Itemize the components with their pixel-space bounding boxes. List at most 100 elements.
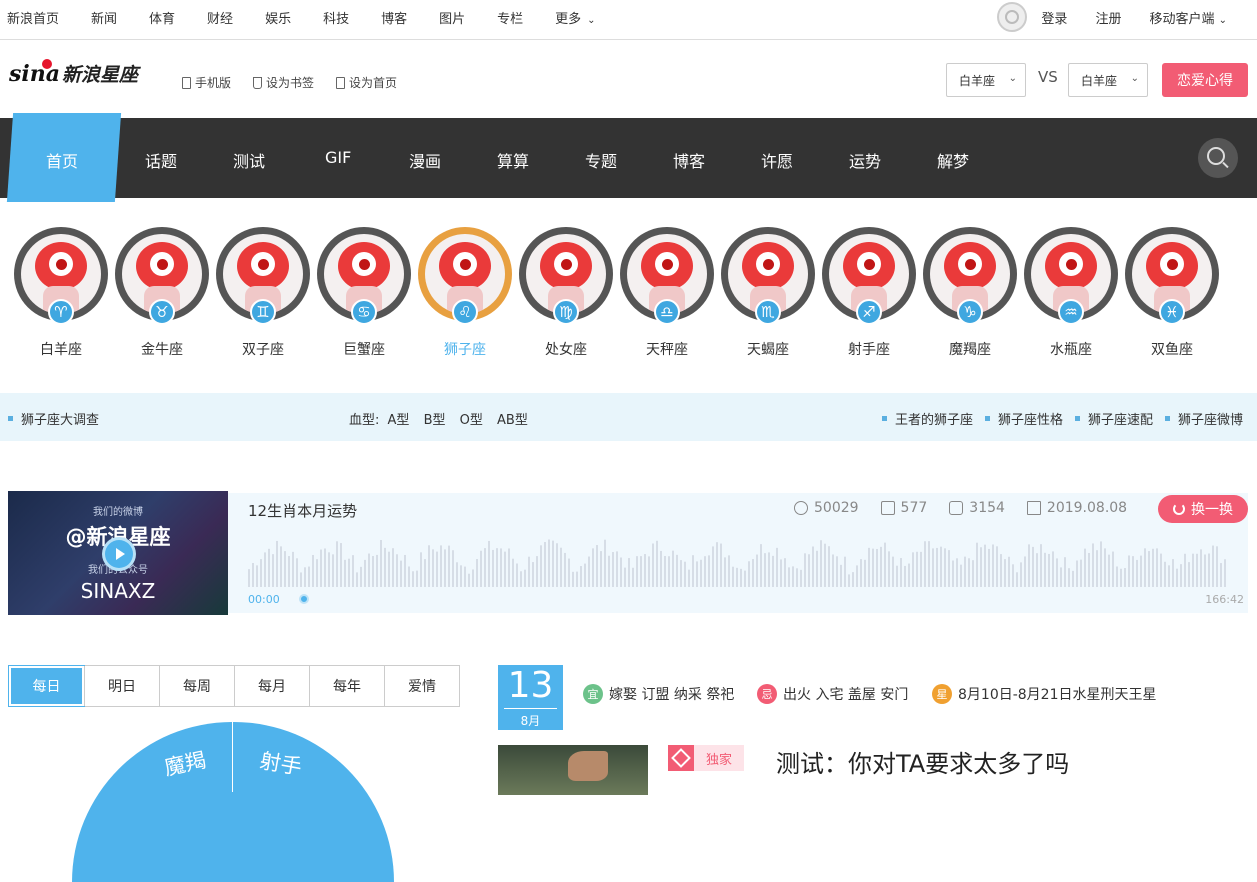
nav-item-dream[interactable]: 解梦 (937, 148, 969, 172)
zodiac-avatar: ♋ (317, 227, 411, 325)
top-nav-item[interactable]: 财经 (207, 8, 233, 27)
top-nav-item[interactable]: 科技 (323, 8, 349, 27)
zodiac-item[interactable]: ♎ 天秤座 (620, 227, 714, 359)
zodiac-eye (1160, 252, 1184, 276)
waveform-bar (996, 546, 998, 587)
sign-link[interactable]: 狮子座性格 (984, 409, 1063, 428)
top-nav-item[interactable]: 新浪首页 (7, 8, 59, 27)
progress-handle[interactable] (299, 594, 309, 604)
sign-link[interactable]: 狮子座速配 (1074, 409, 1153, 428)
zodiac-item[interactable]: ♏ 天蝎座 (721, 227, 815, 359)
login-link[interactable]: 登录 (1041, 8, 1067, 27)
zodiac-item[interactable]: ♓ 双鱼座 (1125, 227, 1219, 359)
nav-item-topic[interactable]: 话题 (145, 148, 177, 172)
nav-item-fortune[interactable]: 运势 (849, 148, 881, 172)
top-nav-item[interactable]: 体育 (149, 8, 175, 27)
logo[interactable]: sina 新浪星座 (9, 58, 138, 87)
nav-item-special[interactable]: 专题 (585, 148, 617, 172)
waveform-bar (1028, 544, 1030, 587)
wheel-sign[interactable]: 魔羯 (161, 744, 208, 782)
waveform-bar (1080, 559, 1082, 587)
calendar-icon (1026, 501, 1041, 515)
waveform-bar (1004, 559, 1006, 587)
waveform-bar (1140, 555, 1142, 587)
zodiac-item[interactable]: ♊ 双子座 (216, 227, 310, 359)
waveform-bar (860, 559, 862, 587)
top-nav-more[interactable]: 更多 ⌄ (555, 8, 595, 27)
select-value: 白羊座 (1081, 73, 1118, 88)
zodiac-item[interactable]: ♐ 射手座 (822, 227, 916, 359)
waveform-bar (312, 554, 314, 587)
swap-label: 换一换 (1191, 502, 1233, 518)
zodiac-item[interactable]: ♑ 魔羯座 (923, 227, 1017, 359)
zodiac-item[interactable]: ♋ 巨蟹座 (317, 227, 411, 359)
nav-item-home[interactable]: 首页 (46, 148, 78, 172)
sign-link[interactable]: 狮子座微博 (1164, 409, 1243, 428)
top-nav-item[interactable]: 图片 (439, 8, 465, 27)
survey-link[interactable]: 狮子座大调查 (8, 409, 99, 428)
blood-type-a[interactable]: A型 (388, 413, 410, 428)
nav-item-wish[interactable]: 许愿 (761, 148, 793, 172)
tab-love[interactable]: 爱情 (384, 666, 459, 706)
nav-item-comic[interactable]: 漫画 (409, 148, 441, 172)
nav-item-test[interactable]: 测试 (233, 148, 265, 172)
likes-count[interactable]: 3154 (949, 500, 1005, 516)
love-tips-button[interactable]: 恋爱心得 (1162, 63, 1248, 97)
zodiac-avatar: ♓ (1125, 227, 1219, 325)
search-icon[interactable] (1198, 138, 1238, 178)
mobile-version-link[interactable]: 手机版 (182, 74, 231, 91)
zodiac-avatar: ♏ (721, 227, 815, 325)
swap-button[interactable]: 换一换 (1158, 495, 1248, 523)
sign-link[interactable]: 王者的狮子座 (881, 409, 973, 428)
top-nav-item[interactable]: 娱乐 (265, 8, 291, 27)
tab-weekly[interactable]: 每周 (159, 666, 234, 706)
waveform-bar (1040, 544, 1042, 587)
blood-type-o[interactable]: O型 (460, 413, 483, 428)
link-label: 设为首页 (349, 76, 398, 90)
set-homepage-link[interactable]: 设为首页 (336, 74, 397, 91)
waveform-bar (744, 570, 746, 587)
nav-item-gif[interactable]: GIF (325, 148, 351, 167)
waveform-bar (1092, 543, 1094, 587)
zodiac-eye (150, 252, 174, 276)
top-nav-item[interactable]: 新闻 (91, 8, 117, 27)
waveform-bar (940, 546, 942, 587)
waveform-bar (1220, 563, 1222, 587)
bookmark-link[interactable]: 设为书签 (253, 74, 314, 91)
tab-tomorrow[interactable]: 明日 (84, 666, 159, 706)
waveform-bar (780, 559, 782, 587)
comments-count[interactable]: 577 (880, 500, 927, 516)
nav-item-calc[interactable]: 算算 (497, 148, 529, 172)
waveform-bar (948, 550, 950, 587)
register-link[interactable]: 注册 (1095, 8, 1121, 27)
zodiac-item[interactable]: ♒ 水瓶座 (1024, 227, 1118, 359)
tab-yearly[interactable]: 每年 (309, 666, 384, 706)
tab-daily[interactable]: 每日 (8, 665, 85, 707)
waveform-bar (308, 566, 310, 587)
sign-select-right[interactable]: 白羊座 ⌄ (1068, 63, 1148, 97)
top-nav-item[interactable]: 博客 (381, 8, 407, 27)
news-thumbnail[interactable] (498, 745, 648, 795)
sign-select-left[interactable]: 白羊座 ⌄ (946, 63, 1026, 97)
play-icon[interactable] (102, 537, 136, 571)
zodiac-item[interactable]: ♉ 金牛座 (115, 227, 209, 359)
blood-type-b[interactable]: B型 (424, 413, 446, 428)
waveform-bar (548, 539, 550, 587)
blood-type-ab[interactable]: AB型 (497, 413, 528, 428)
zodiac-item[interactable]: ♍ 处女座 (519, 227, 613, 359)
audio-waveform[interactable] (248, 537, 1228, 587)
tab-monthly[interactable]: 每月 (234, 666, 309, 706)
waveform-bar (880, 546, 882, 587)
waveform-bar (460, 565, 462, 587)
zodiac-wheel[interactable]: 魔羯 射手 (72, 722, 394, 882)
zodiac-avatar: ♎ (620, 227, 714, 325)
mobile-client-link[interactable]: 移动客户端 ⌄ (1149, 8, 1227, 27)
avatar[interactable] (997, 2, 1028, 32)
news-title[interactable]: 测试：你对TA要求太多了吗 (776, 744, 1069, 779)
nav-item-blog[interactable]: 博客 (673, 148, 705, 172)
zodiac-item[interactable]: ♈ 白羊座 (14, 227, 108, 359)
audio-thumbnail[interactable]: 我们的微博 @新浪星座 我们的公众号 SINAXZ (8, 491, 228, 615)
wheel-sign[interactable]: 射手 (258, 745, 305, 782)
zodiac-item[interactable]: ♌ 狮子座 (418, 227, 512, 359)
top-nav-item[interactable]: 专栏 (497, 8, 523, 27)
